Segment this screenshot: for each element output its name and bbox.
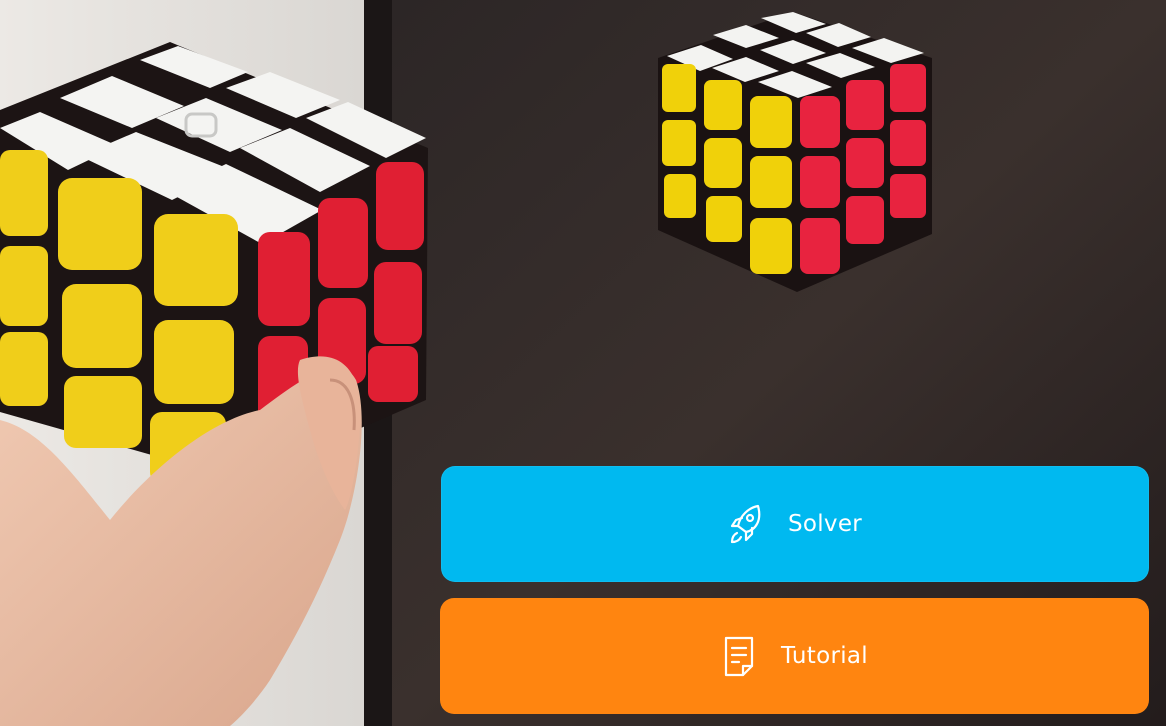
- tutorial-label: Tutorial: [781, 643, 868, 669]
- solver-button[interactable]: Solver: [441, 466, 1149, 582]
- rocket-icon: [728, 502, 764, 546]
- solver-label: Solver: [787, 511, 863, 537]
- tutorial-button[interactable]: Tutorial: [440, 598, 1149, 714]
- document-icon: [721, 634, 757, 678]
